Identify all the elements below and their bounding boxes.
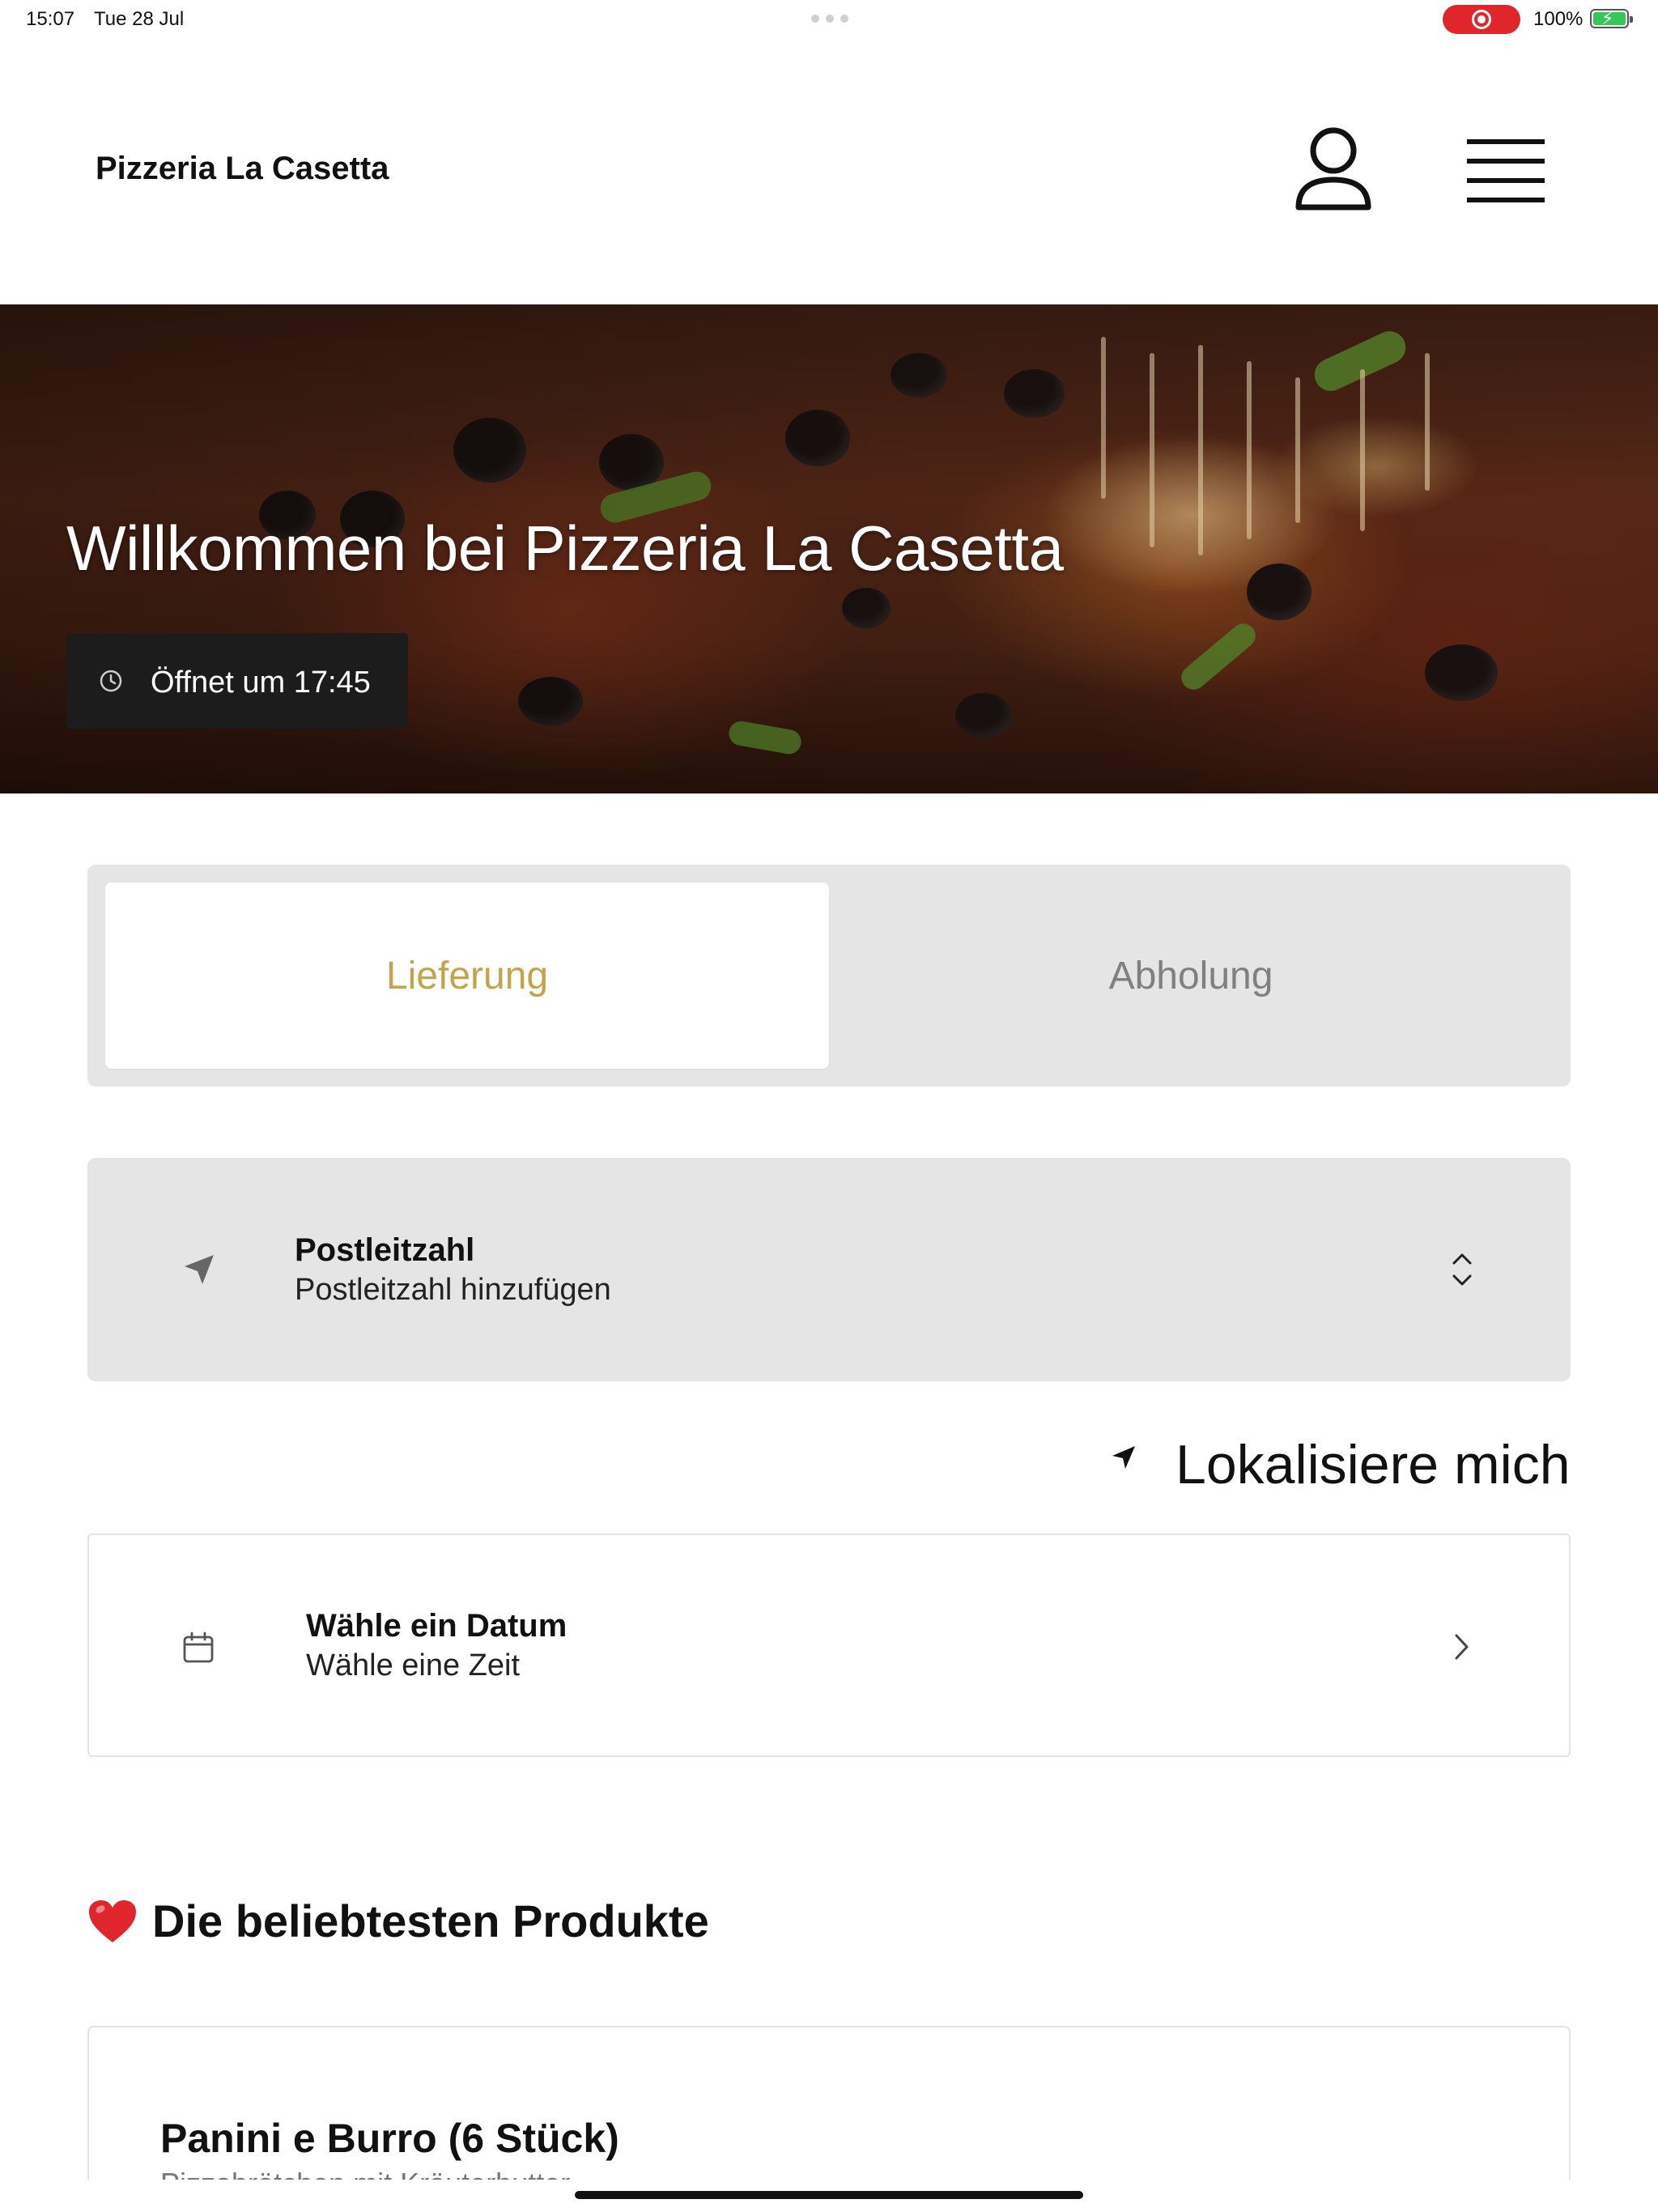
hamburger-menu-icon[interactable] — [1465, 136, 1546, 207]
screen-recording-icon[interactable] — [1443, 5, 1520, 34]
chevron-right-icon — [1455, 1634, 1469, 1660]
navigation-arrow-icon — [185, 1255, 214, 1284]
battery-percentage: 100% — [1533, 8, 1584, 30]
home-indicator[interactable] — [575, 2191, 1083, 2199]
user-icon[interactable] — [1292, 126, 1375, 215]
locate-me-label: Lokalisiere mich — [1175, 1434, 1571, 1495]
date-time-selector[interactable]: Wähle ein Datum Wähle eine Zeit — [87, 1534, 1571, 1757]
status-date: Tue 28 Jul — [94, 8, 185, 30]
tab-lieferung[interactable]: Lieferung — [105, 883, 829, 1069]
time-label: Wähle eine Zeit — [306, 1648, 521, 1682]
opening-time-text: Öffnet um 17:45 — [151, 666, 371, 700]
postcode-selector[interactable]: Postleitzahl Postleitzahl hinzufügen — [87, 1158, 1571, 1381]
brand-name[interactable]: Pizzeria La Casetta — [96, 151, 389, 187]
order-type-switch: Lieferung Abholung — [87, 865, 1571, 1087]
opening-time-badge: Öffnet um 17:45 — [66, 633, 408, 729]
clock-icon — [100, 670, 122, 692]
status-time: 15:07 — [26, 8, 75, 30]
postcode-label: Postleitzahl — [295, 1232, 475, 1268]
app-header: Pizzeria La Casetta — [0, 39, 1658, 304]
status-bar: 15:07 Tue 28 Jul 100% ⚡ — [0, 0, 1658, 39]
location-arrow-icon — [1112, 1446, 1135, 1469]
chevron-up-down-icon — [1452, 1253, 1472, 1286]
battery-charging-icon: ⚡ — [1590, 9, 1633, 28]
calendar-icon — [183, 1631, 214, 1663]
postcode-value: Postleitzahl hinzufügen — [295, 1273, 611, 1307]
popular-products-title: Die beliebtesten Produkte — [152, 1895, 709, 1946]
date-label: Wähle ein Datum — [306, 1608, 568, 1644]
popular-products-heading: Die beliebtesten Produkte — [87, 1895, 709, 1947]
tab-abholung[interactable]: Abholung — [829, 883, 1553, 1069]
product-name: Panini e Burro (6 Stück) — [160, 2116, 619, 2161]
hero-banner: Willkommen bei Pizzeria La Casetta Öffne… — [0, 304, 1658, 793]
hero-title: Willkommen bei Pizzeria La Casetta — [66, 513, 1064, 584]
locate-me-button[interactable]: Lokalisiere mich — [1109, 1427, 1571, 1495]
multitasking-dots[interactable] — [811, 15, 848, 23]
heart-icon — [89, 1899, 136, 1942]
